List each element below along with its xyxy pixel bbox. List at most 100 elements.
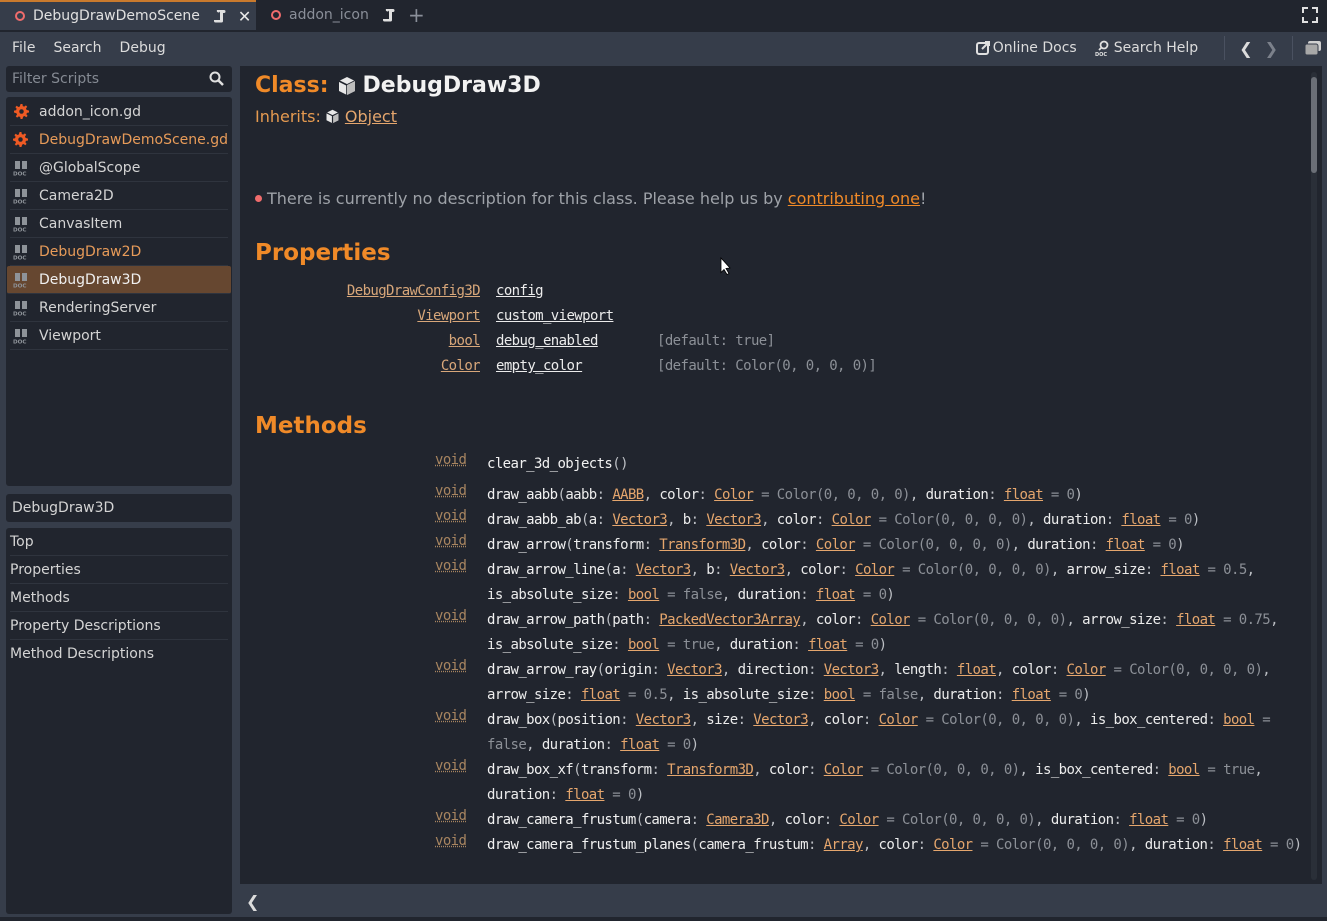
script-item[interactable]: DOC RenderingServer xyxy=(10,294,228,322)
property-type-link[interactable]: DebugDrawConfig3D xyxy=(347,283,481,299)
method-return-type[interactable]: void xyxy=(435,608,467,624)
script-item[interactable]: DOC DebugDraw2D xyxy=(10,238,228,266)
method-name[interactable]: draw_box xyxy=(487,712,550,728)
param-type-link[interactable]: Vector3 xyxy=(730,562,785,578)
param-type-link[interactable]: Color xyxy=(879,712,919,728)
method-return-type[interactable]: void xyxy=(435,808,467,824)
section-item[interactable]: Methods xyxy=(10,584,228,612)
param-type-link[interactable]: Color xyxy=(824,762,864,778)
property-name-link[interactable]: config xyxy=(496,283,544,299)
method-name[interactable]: draw_camera_frustum_planes xyxy=(487,837,691,853)
forward-button[interactable]: ❯ xyxy=(1259,39,1284,58)
param-type-link[interactable]: float xyxy=(620,737,660,753)
method-return-type[interactable]: void xyxy=(435,833,467,849)
param-type-link[interactable]: float xyxy=(1106,537,1146,553)
method-name[interactable]: draw_arrow_line xyxy=(487,562,605,578)
param-type-link[interactable]: float xyxy=(808,637,848,653)
script-item[interactable]: DebugDrawDemoScene.gd xyxy=(10,126,228,154)
property-name-link[interactable]: custom_viewport xyxy=(496,308,614,324)
fullscreen-icon[interactable] xyxy=(1302,7,1318,23)
script-item[interactable]: DOC Viewport xyxy=(10,322,228,350)
param-type-link[interactable]: Color xyxy=(933,837,973,853)
property-type-link[interactable]: Viewport xyxy=(417,308,480,324)
param-type-link[interactable]: float xyxy=(1012,687,1052,703)
param-type-link[interactable]: float xyxy=(1004,487,1044,503)
param-type-link[interactable]: Vector3 xyxy=(612,512,667,528)
property-name-link[interactable]: debug_enabled xyxy=(496,333,598,349)
method-return-type[interactable]: void xyxy=(435,708,467,724)
param-type-link[interactable]: Vector3 xyxy=(667,662,722,678)
param-type-link[interactable]: Vector3 xyxy=(824,662,879,678)
windows-icon[interactable] xyxy=(1305,41,1321,55)
method-name[interactable]: draw_aabb xyxy=(487,487,558,503)
method-name[interactable]: clear_3d_objects xyxy=(487,456,613,472)
section-item[interactable]: Properties xyxy=(10,556,228,584)
param-type-link[interactable]: Vector3 xyxy=(753,712,808,728)
param-type-link[interactable]: float xyxy=(957,662,997,678)
param-type-link[interactable]: Color xyxy=(832,512,872,528)
param-type-link[interactable]: Vector3 xyxy=(636,562,691,578)
param-type-link[interactable]: Color xyxy=(816,537,856,553)
method-name[interactable]: draw_box_xf xyxy=(487,762,574,778)
script-item[interactable]: DOC CanvasItem xyxy=(10,210,228,238)
method-return-type[interactable]: void xyxy=(435,483,467,499)
method-return-type[interactable]: void xyxy=(435,452,467,468)
param-type-link[interactable]: Vector3 xyxy=(706,512,761,528)
param-type-link[interactable]: Vector3 xyxy=(636,712,691,728)
param-type-link[interactable]: Transform3D xyxy=(659,537,746,553)
contributing-link[interactable]: contributing one xyxy=(788,189,920,208)
param-type-link[interactable]: PackedVector3Array xyxy=(659,612,801,628)
property-name-link[interactable]: empty_color xyxy=(496,358,583,374)
back-button[interactable]: ❮ xyxy=(1233,39,1258,58)
method-return-type[interactable]: void xyxy=(435,508,467,524)
tab-debugdrawdemoscene[interactable]: DebugDrawDemoScene ✕ xyxy=(0,0,256,30)
close-tab-icon[interactable]: ✕ xyxy=(238,7,251,26)
menu-debug[interactable]: Debug xyxy=(114,40,172,56)
filter-scripts-input[interactable] xyxy=(6,71,196,87)
param-type-link[interactable]: float xyxy=(1161,562,1201,578)
method-return-type[interactable]: void xyxy=(435,658,467,674)
param-type-link[interactable]: float xyxy=(1129,812,1169,828)
param-type-link[interactable]: Color xyxy=(871,612,911,628)
param-type-link[interactable]: float xyxy=(565,787,605,803)
param-type-link[interactable]: float xyxy=(1223,837,1263,853)
param-type-link[interactable]: Array xyxy=(824,837,864,853)
param-type-link[interactable]: Transform3D xyxy=(667,762,754,778)
menu-search[interactable]: Search xyxy=(47,40,107,56)
method-return-type[interactable]: void xyxy=(435,533,467,549)
inherits-object-link[interactable]: Object xyxy=(345,107,397,126)
method-name[interactable]: draw_aabb_ab xyxy=(487,512,582,528)
search-help-button[interactable]: DOC Search Help xyxy=(1095,40,1198,56)
doc-scrollbar[interactable] xyxy=(1311,72,1317,880)
param-type-link[interactable]: bool xyxy=(628,637,660,653)
toggle-scripts-panel-icon[interactable]: ❮ xyxy=(246,892,259,911)
add-tab-icon[interactable]: + xyxy=(408,3,425,27)
section-item[interactable]: Method Descriptions xyxy=(10,640,228,668)
param-type-link[interactable]: bool xyxy=(1223,712,1255,728)
param-type-link[interactable]: Camera3D xyxy=(706,812,769,828)
method-return-type[interactable]: void xyxy=(435,758,467,774)
method-name[interactable]: draw_arrow xyxy=(487,537,566,553)
script-item[interactable]: DOC Camera2D xyxy=(10,182,228,210)
param-type-link[interactable]: float xyxy=(1176,612,1216,628)
param-type-link[interactable]: Color xyxy=(1067,662,1107,678)
method-return-type[interactable]: void xyxy=(435,558,467,574)
scrollbar-thumb[interactable] xyxy=(1311,77,1317,173)
script-item[interactable]: DOC DebugDraw3D xyxy=(7,266,231,294)
param-type-link[interactable]: float xyxy=(816,587,856,603)
online-docs-button[interactable]: Online Docs xyxy=(975,40,1077,56)
param-type-link[interactable]: float xyxy=(581,687,621,703)
param-type-link[interactable]: Color xyxy=(839,812,879,828)
param-type-link[interactable]: AABB xyxy=(612,487,644,503)
param-type-link[interactable]: bool xyxy=(824,687,856,703)
param-type-link[interactable]: Color xyxy=(714,487,754,503)
tab-addon-icon[interactable]: addon_icon xyxy=(256,0,396,30)
section-item[interactable]: Property Descriptions xyxy=(10,612,228,640)
method-name[interactable]: draw_arrow_ray xyxy=(487,662,597,678)
section-item[interactable]: Top xyxy=(10,528,228,556)
param-type-link[interactable]: bool xyxy=(628,587,660,603)
property-type-link[interactable]: bool xyxy=(449,333,481,349)
method-name[interactable]: draw_camera_frustum xyxy=(487,812,636,828)
script-item[interactable]: addon_icon.gd xyxy=(10,98,228,126)
property-type-link[interactable]: Color xyxy=(441,358,481,374)
